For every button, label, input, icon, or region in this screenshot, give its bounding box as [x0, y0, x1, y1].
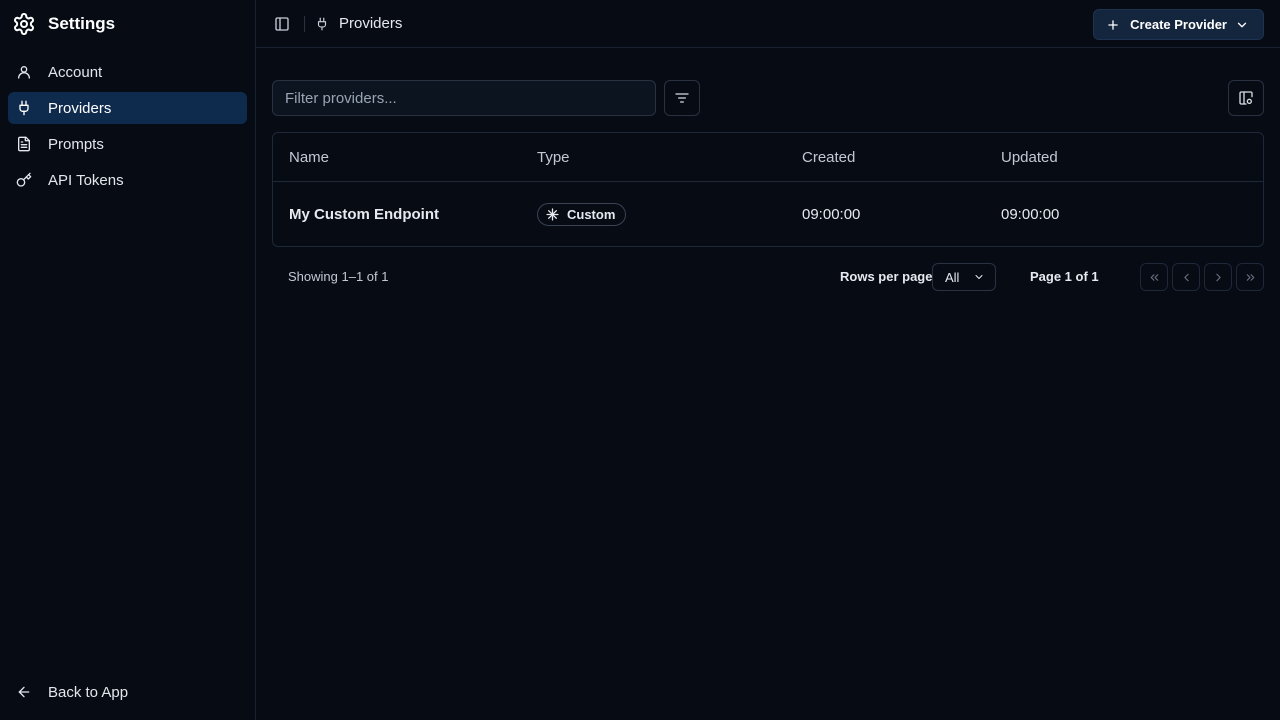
table-header: Name Type Created Updated [273, 133, 1263, 182]
key-icon [16, 172, 32, 187]
back-to-app-link[interactable]: Back to App [8, 676, 247, 708]
sidebar-item-providers[interactable]: Providers [8, 92, 247, 124]
filter-button[interactable] [664, 80, 700, 116]
document-icon [18, 136, 30, 152]
filter-icon [675, 93, 689, 103]
arrow-left-icon [18, 686, 30, 698]
toolbar [272, 80, 1264, 116]
type-badge: Custom [537, 203, 627, 226]
next-page-button[interactable] [1204, 263, 1232, 291]
chevron-left-icon [1183, 273, 1189, 281]
chevron-right-icon [1215, 273, 1221, 281]
gear-icon [14, 13, 34, 35]
settings-app: Settings Account Providers Prompts API T… [0, 0, 1280, 720]
showing-count: Showing 1–1 of 1 [288, 269, 389, 284]
sidebar-item-label: Prompts [48, 135, 104, 153]
table-row[interactable]: My Custom Endpoint Custom 09:00:00 09:00… [273, 182, 1263, 246]
sidebar-toggle-icon[interactable] [274, 16, 290, 32]
providers-table: Name Type Created Updated My Custom Endp… [272, 132, 1264, 247]
top-bar: Providers Create Provider [256, 0, 1280, 48]
sidebar-item-api-tokens[interactable]: API Tokens [8, 164, 247, 196]
sidebar-item-label: Providers [48, 99, 112, 117]
chevron-down-icon [1237, 22, 1247, 27]
chevrons-right-icon [1246, 273, 1254, 281]
sidebar-title: Settings [48, 14, 116, 33]
chevron-down-icon [975, 275, 983, 279]
create-provider-label: Create Provider [1130, 17, 1227, 32]
user-icon [18, 66, 30, 79]
plug-icon [317, 17, 327, 30]
rows-per-page-select[interactable]: All [932, 263, 996, 291]
plug-icon [19, 100, 29, 116]
sidebar-item-label: Account [48, 63, 103, 81]
breadcrumb: Providers [339, 15, 403, 32]
column-header-created[interactable]: Created [802, 133, 855, 182]
create-provider-button[interactable]: Create Provider [1093, 9, 1264, 40]
page-info: Page 1 of 1 [1030, 269, 1099, 284]
table-footer: Showing 1–1 of 1 Rows per page All Page … [288, 263, 1264, 291]
filter-providers-input[interactable] [272, 80, 656, 116]
updated-time: 09:00:00 [1001, 206, 1060, 223]
sidebar-header: Settings [0, 0, 255, 48]
column-header-type[interactable]: Type [537, 133, 570, 182]
first-page-button[interactable] [1140, 263, 1168, 291]
asterisk-icon [546, 208, 559, 221]
columns-settings-icon [1239, 91, 1253, 105]
column-settings-button[interactable] [1228, 80, 1264, 116]
last-page-button[interactable] [1236, 263, 1264, 291]
rows-per-page-value: All [945, 269, 960, 285]
provider-name: My Custom Endpoint [289, 206, 439, 223]
header-divider [304, 15, 305, 32]
sidebar-item-label: API Tokens [48, 171, 124, 189]
column-header-name[interactable]: Name [289, 133, 329, 182]
rows-per-page-label: Rows per page [840, 269, 933, 284]
back-to-app-label: Back to App [48, 683, 129, 701]
sidebar-item-account[interactable]: Account [8, 56, 247, 88]
sidebar-nav: Account Providers Prompts API Tokens [0, 48, 255, 196]
sidebar-item-prompts[interactable]: Prompts [8, 128, 247, 160]
plus-icon [1108, 19, 1118, 30]
previous-page-button[interactable] [1172, 263, 1200, 291]
main-content: Providers Create Provider Name Type [256, 0, 1280, 720]
created-time: 09:00:00 [802, 206, 861, 223]
column-header-updated[interactable]: Updated [1001, 133, 1058, 182]
type-badge-label: Custom [567, 207, 616, 222]
chevrons-left-icon [1150, 273, 1158, 281]
sidebar: Settings Account Providers Prompts API T… [0, 0, 256, 720]
